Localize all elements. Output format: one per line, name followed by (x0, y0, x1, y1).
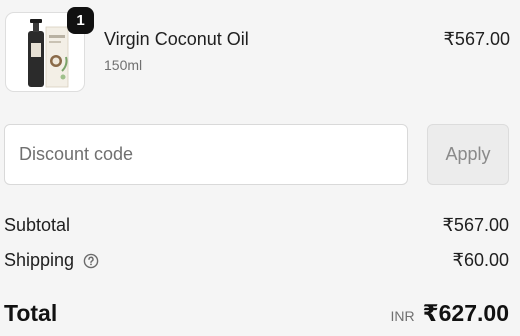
shipping-row: Shipping ₹60.00 (4, 250, 509, 274)
order-summary: 1 Virgin Coconut Oil 150ml ₹567.00 Apply… (0, 0, 520, 336)
product-thumbnail: 1 (5, 7, 94, 92)
product-price: ₹567.00 (443, 29, 510, 49)
total-row: Total INR ₹627.00 (4, 300, 509, 332)
currency-code: INR (390, 308, 415, 324)
shipping-label-group: Shipping (4, 250, 99, 271)
line-item: 1 Virgin Coconut Oil 150ml ₹567.00 (5, 7, 510, 94)
apply-discount-button[interactable]: Apply (427, 124, 509, 185)
product-variant: 150ml (104, 57, 143, 73)
discount-code-input[interactable] (4, 124, 408, 185)
question-circle-icon[interactable] (83, 253, 99, 269)
shipping-label: Shipping (4, 250, 75, 270)
shipping-value: ₹60.00 (452, 250, 510, 270)
quantity-badge: 1 (67, 7, 94, 34)
subtotal-value: ₹567.00 (442, 215, 509, 235)
total-label: Total (4, 300, 58, 326)
total-amount-group: INR ₹627.00 (391, 300, 509, 327)
total-amount: ₹627.00 (422, 300, 509, 326)
subtotal-label: Subtotal (4, 215, 71, 235)
product-name: Virgin Coconut Oil (104, 29, 249, 49)
subtotal-row: Subtotal ₹567.00 (4, 215, 509, 239)
